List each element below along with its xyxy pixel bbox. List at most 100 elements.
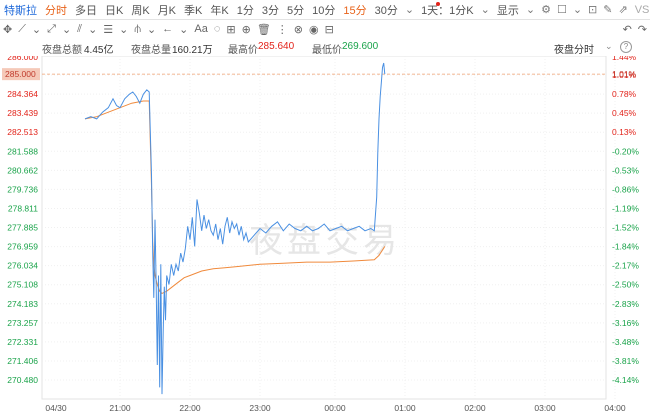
current-percent-value: 1.01% bbox=[612, 69, 637, 79]
price-tick-label: 277.885 bbox=[7, 223, 38, 233]
crosshair-icon[interactable]: ✥ bbox=[0, 23, 15, 36]
period-tab-8[interactable]: 3分 bbox=[258, 2, 283, 18]
price-tick-label: 283.439 bbox=[7, 108, 38, 118]
chevron-down-icon[interactable]: ⌄ bbox=[523, 3, 538, 16]
low-price-value: 269.600 bbox=[342, 41, 379, 52]
chevron-down-icon[interactable]: ⌄ bbox=[144, 23, 159, 36]
chevron-down-icon[interactable]: ⌄ bbox=[478, 3, 493, 16]
gear-icon[interactable]: ⚙ bbox=[538, 3, 554, 16]
total-volume-value: 160.21万 bbox=[172, 45, 213, 56]
time-tick-label: 02:00 bbox=[464, 403, 486, 413]
trash-icon[interactable]: 🗑 bbox=[254, 23, 274, 36]
chevron-down-icon[interactable]: ⌄ bbox=[85, 23, 100, 36]
chart-mode-select[interactable]: 夜盘分时 bbox=[554, 41, 594, 56]
price-tick-label: 278.811 bbox=[8, 203, 38, 213]
percent-axis: 1.44% 1.01% 0.78% 0.45% 0.13% -0.20% -0.53% -0.… bbox=[612, 56, 639, 385]
chevron-down-icon[interactable]: ⌄ bbox=[116, 23, 131, 36]
total-amount-label: 夜盘总额 bbox=[42, 45, 82, 56]
percent-tick-label: -1.84% bbox=[612, 242, 639, 252]
percent-tick-label: 1.44% bbox=[612, 56, 637, 62]
price-tick-label: 274.183 bbox=[7, 299, 38, 309]
period-tab-6[interactable]: 年K bbox=[206, 2, 232, 18]
period-tab-12[interactable]: 30分 bbox=[371, 2, 402, 18]
percent-tick-label: 0.45% bbox=[612, 108, 637, 118]
time-tick-label: 22:00 bbox=[179, 403, 201, 413]
percent-tick-label: -4.14% bbox=[612, 375, 639, 385]
display-menu[interactable]: 显示 bbox=[493, 2, 523, 18]
price-tick-label: 284.364 bbox=[7, 89, 38, 99]
total-amount-value: 4.45亿 bbox=[84, 45, 114, 56]
percent-tick-label: -0.20% bbox=[612, 146, 639, 156]
high-price-value: 285.640 bbox=[258, 41, 295, 52]
checkbox-icon[interactable]: ☐ bbox=[554, 3, 570, 16]
period-tab-2[interactable]: 日K bbox=[101, 2, 127, 18]
line-tool-icon[interactable]: ⟋ bbox=[15, 23, 29, 36]
period-tab-4[interactable]: 月K bbox=[154, 2, 180, 18]
arrow-tool-icon[interactable]: ← bbox=[159, 23, 176, 35]
link-icon[interactable]: ⊗ bbox=[291, 23, 306, 36]
chevron-down-icon[interactable]: ⌄ bbox=[176, 23, 191, 36]
ray-tool-icon[interactable]: ⤢ bbox=[44, 23, 59, 36]
pen-icon[interactable]: ✎ bbox=[600, 3, 615, 16]
period-tab-3[interactable]: 周K bbox=[127, 2, 153, 18]
help-icon[interactable]: ? bbox=[620, 41, 632, 53]
percent-tick-label: 0.13% bbox=[612, 127, 637, 137]
pitchfork-tool-icon[interactable]: ⫛ bbox=[131, 23, 144, 36]
fib-tool-icon[interactable]: ☰ bbox=[100, 23, 116, 36]
time-tick-label: 23:00 bbox=[249, 403, 271, 413]
price-tick-label: 273.257 bbox=[7, 318, 38, 328]
total-volume-label: 夜盘总量 bbox=[131, 45, 171, 56]
channel-tool-icon[interactable]: ⫽ bbox=[74, 23, 85, 36]
share-icon[interactable]: ⇗ bbox=[615, 3, 630, 16]
price-tick-label: 275.108 bbox=[7, 280, 38, 290]
price-tick-label: 271.406 bbox=[7, 356, 38, 366]
ruler-icon[interactable]: ⊞ bbox=[223, 23, 238, 36]
chevron-down-icon[interactable]: ⌄ bbox=[29, 23, 44, 36]
time-axis: 04/30 21:00 22:00 23:00 00:00 01:00 02:00 03:00… bbox=[45, 403, 626, 413]
percent-tick-label: -1.52% bbox=[612, 223, 639, 233]
watermark-text: 夜盘交易 bbox=[249, 221, 401, 261]
period-tab-0[interactable]: 分时 bbox=[41, 2, 71, 18]
period-tab-7[interactable]: 1分 bbox=[233, 2, 258, 18]
grid-icon[interactable]: ⊟ bbox=[322, 23, 337, 36]
intraday-chart[interactable]: 286.000 285.000 284.364 283.439 282.513 281.5… bbox=[0, 56, 650, 414]
redo-icon[interactable]: ↷ bbox=[635, 23, 650, 36]
low-price-label: 最低价 bbox=[312, 45, 342, 56]
percent-tick-label: -1.19% bbox=[612, 203, 639, 213]
period-tab-11[interactable]: 15分 bbox=[339, 2, 370, 18]
period-toolbar: 特斯拉 分时 多日 日K 周K 月K 季K 年K 1分 3分 5分 10分 15… bbox=[0, 0, 650, 20]
price-tick-label: 280.662 bbox=[7, 165, 38, 175]
percent-tick-label: -3.48% bbox=[612, 337, 639, 347]
drawing-toolbar: ✥ ⟋ ⌄ ⤢ ⌄ ⫽ ⌄ ☰ ⌄ ⫛ ⌄ ← ⌄ Aa ◌ ⊞ ⊕ 🗑 ⋮ ⊗… bbox=[0, 20, 650, 38]
period-tab-5[interactable]: 季K bbox=[180, 2, 206, 18]
vs-f10-button[interactable]: VS F10 bbox=[631, 4, 650, 16]
period-compound-select[interactable]: 1天：1分K bbox=[417, 2, 478, 18]
text-tool-icon[interactable]: Aa bbox=[191, 23, 210, 35]
undo-icon[interactable]: ↶ bbox=[620, 23, 635, 36]
percent-tick-label: -2.17% bbox=[612, 261, 639, 271]
price-tick-label: 282.513 bbox=[7, 127, 38, 137]
price-tick-label: 276.034 bbox=[7, 261, 38, 271]
chevron-down-icon[interactable]: ⌄ bbox=[570, 3, 585, 16]
eye-icon[interactable]: ◉ bbox=[306, 23, 322, 36]
chevron-down-icon[interactable]: ⌄ bbox=[402, 3, 417, 16]
period-tab-10[interactable]: 10分 bbox=[308, 2, 339, 18]
time-tick-label: 04/30 bbox=[45, 403, 67, 413]
percent-tick-label: -0.53% bbox=[612, 165, 639, 175]
percent-tick-label: -3.81% bbox=[612, 356, 639, 366]
chevron-down-icon[interactable]: ⌄ bbox=[605, 41, 613, 52]
notification-dot bbox=[436, 2, 440, 6]
sep-dots-icon: ⋮ bbox=[276, 23, 288, 36]
lock-icon[interactable]: ⊕ bbox=[239, 23, 254, 36]
quote-info-bar: 夜盘总额 4.45亿 夜盘总量 160.21万 最高价 285.640 最低价 … bbox=[0, 38, 650, 56]
camera-icon[interactable]: ⊡ bbox=[585, 3, 600, 16]
percent-tick-label: -0.86% bbox=[612, 184, 639, 194]
average-price-line bbox=[84, 100, 386, 294]
time-tick-label: 21:00 bbox=[109, 403, 131, 413]
chevron-down-icon[interactable]: ⌄ bbox=[59, 23, 74, 36]
percent-tick-label: -2.83% bbox=[612, 299, 639, 309]
period-tab-9[interactable]: 5分 bbox=[283, 2, 308, 18]
period-tab-1[interactable]: 多日 bbox=[71, 2, 101, 18]
brush-tool-icon[interactable]: ◌ bbox=[211, 23, 224, 35]
symbol-name[interactable]: 特斯拉 bbox=[0, 2, 41, 18]
